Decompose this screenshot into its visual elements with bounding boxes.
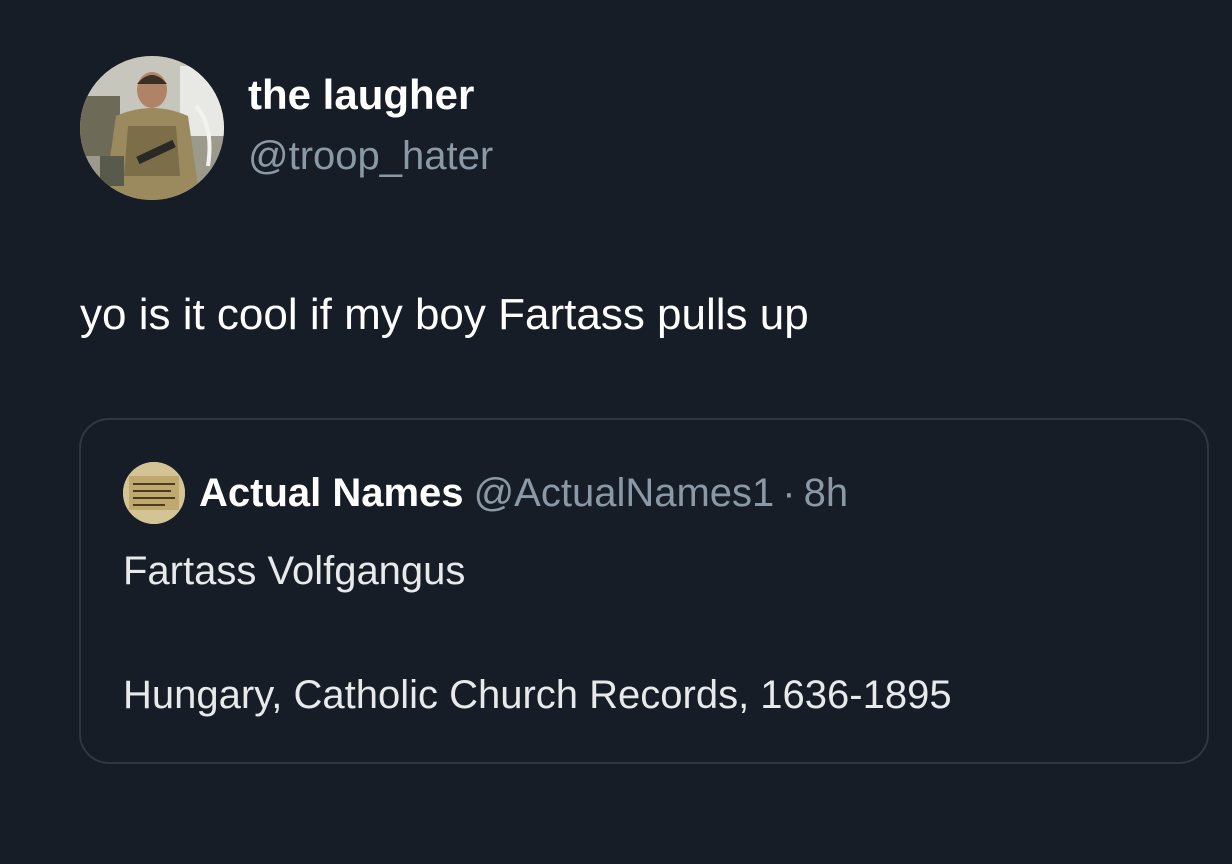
author-name[interactable]: the laugher xyxy=(248,70,474,120)
tweet: the laugher @troop_hater yo is it cool i… xyxy=(0,0,1232,864)
quoted-tweet-timestamp[interactable]: 8h xyxy=(804,471,849,515)
quoted-author-name[interactable]: Actual Names xyxy=(199,471,464,515)
quoted-tweet-card[interactable]: Actual Names @ActualNames1 · 8h Fartass Vol… xyxy=(79,418,1209,764)
author-avatar[interactable] xyxy=(80,56,224,200)
quoted-author-handle[interactable]: @ActualNames1 xyxy=(474,471,775,515)
tweet-text: yo is it cool if my boy Fartass pulls up xyxy=(80,290,809,339)
quoted-tweet-text-line: Fartass Volfgangus xyxy=(123,549,466,593)
quoted-tweet-text-line: Hungary, Catholic Church Records, 1636-1… xyxy=(123,673,952,717)
author-handle[interactable]: @troop_hater xyxy=(248,132,493,180)
old-document-icon xyxy=(123,462,185,524)
quoted-author-avatar[interactable] xyxy=(123,462,185,524)
separator-dot: · xyxy=(782,471,796,515)
soldier-photo-icon xyxy=(80,56,224,200)
quoted-tweet-header: Actual Names @ActualNames1 · 8h xyxy=(199,468,848,518)
